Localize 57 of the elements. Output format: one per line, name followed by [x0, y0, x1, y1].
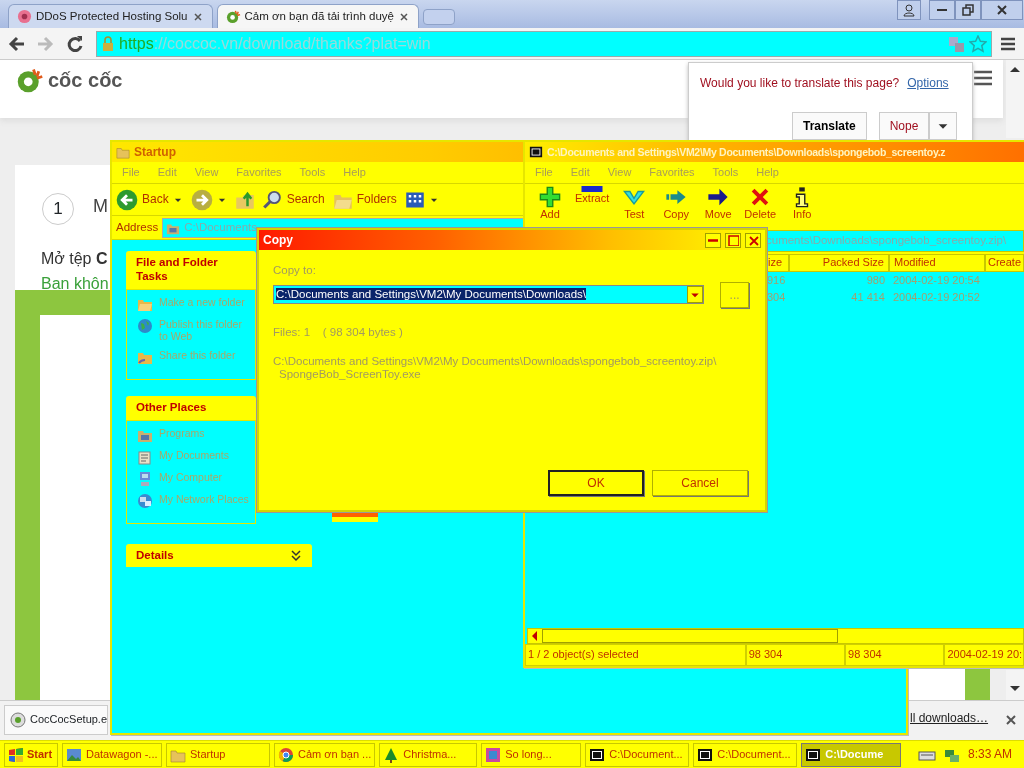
taskbar-item[interactable]: C:\Document...: [693, 742, 798, 767]
status-cell: 1 / 2 object(s) selected: [525, 644, 746, 666]
extract-button[interactable]: Extract: [575, 186, 610, 228]
move-button[interactable]: Move: [701, 186, 736, 228]
taskbar-item[interactable]: Datawagon -...: [62, 742, 162, 767]
translate-button[interactable]: Translate: [792, 112, 867, 140]
field-label: Copy to:: [273, 264, 317, 278]
details-header[interactable]: Details: [126, 543, 312, 568]
delete-button[interactable]: Delete: [743, 186, 778, 228]
show-all-downloads-link[interactable]: ll downloads…: [910, 711, 989, 726]
cancel-button[interactable]: Cancel: [652, 470, 748, 496]
browser-tab[interactable]: Cảm ơn bạn đã tải trình duyệ: [216, 4, 419, 28]
instruction-text: Mở tệp C: [41, 249, 108, 269]
panel-header[interactable]: File and Folder Tasks: [126, 251, 256, 289]
translate-prompt: Would you like to translate this page?: [700, 76, 900, 91]
table-cell-text: 304: [766, 290, 787, 306]
column-header[interactable]: Create: [985, 254, 1024, 272]
info-button[interactable]: Info: [785, 186, 820, 228]
ok-button[interactable]: OK: [548, 470, 644, 496]
table-cell-text: 41 414: [850, 290, 886, 306]
step-title: M: [93, 196, 108, 218]
taskbar-item[interactable]: C:\Document...: [585, 742, 690, 767]
file-count-text: Files: 1 ( 98 304 bytes ): [273, 325, 404, 340]
window-title: C:\Documents and Settings\VM2\My Documents\Downloads\spongebob_screentoy.z: [547, 145, 946, 159]
status-cell: 2004-02-19 20:: [944, 644, 1024, 666]
dialog-title: Copy: [263, 232, 293, 248]
status-cell: 98 304: [745, 644, 846, 666]
start-button[interactable]: Start: [4, 742, 58, 767]
destination-combo[interactable]: C:\Documents and Settings\VM2\My Documents\Downloads\: [273, 285, 705, 305]
column-header[interactable]: Modified: [889, 254, 985, 272]
table-cell-text: 2004-02-19 20:54: [892, 273, 981, 288]
clock: 8:33 AM: [967, 747, 1012, 762]
status-cell: 98 304: [845, 644, 945, 666]
table-cell-text: 2004-02-19 20:52: [892, 290, 981, 306]
column-header[interactable]: Packed Size: [789, 254, 889, 272]
download-item[interactable]: CocCocSetup.e: [4, 705, 108, 735]
taskbar-item[interactable]: Startup: [166, 742, 270, 767]
taskbar-item[interactable]: So long...: [481, 742, 582, 767]
taskbar-item[interactable]: Christma...: [379, 742, 478, 767]
instruction-text: Bạn khôn: [41, 274, 109, 294]
panel-header[interactable]: Other Places: [126, 395, 256, 420]
taskbar-item[interactable]: Cảm ơn bạn ...: [274, 742, 376, 767]
back-button[interactable]: Back: [116, 188, 183, 211]
options-link[interactable]: Options: [907, 76, 949, 91]
copy-button[interactable]: Copy: [659, 186, 694, 228]
window-title: Startup: [134, 144, 176, 160]
browse-button[interactable]: ...: [720, 281, 749, 308]
table-cell-text: 980: [865, 273, 886, 288]
browser-tab[interactable]: DDoS Protected Hosting Solu: [8, 4, 213, 28]
logo-text: cốc cốc: [48, 68, 123, 92]
folders-button[interactable]: Folders: [332, 189, 397, 210]
test-button[interactable]: Test: [617, 186, 652, 228]
table-cell-text: 916: [766, 273, 787, 288]
address-label: Address: [116, 220, 159, 235]
nope-button[interactable]: Nope: [878, 112, 930, 140]
source-path-text: C:\Documents and Settings\VM2\My Documents\Downloads\spongebob_screentoy.zip\ SpongeBob_ScreenToy.exe: [273, 354, 718, 383]
search-button[interactable]: Search: [262, 189, 325, 210]
